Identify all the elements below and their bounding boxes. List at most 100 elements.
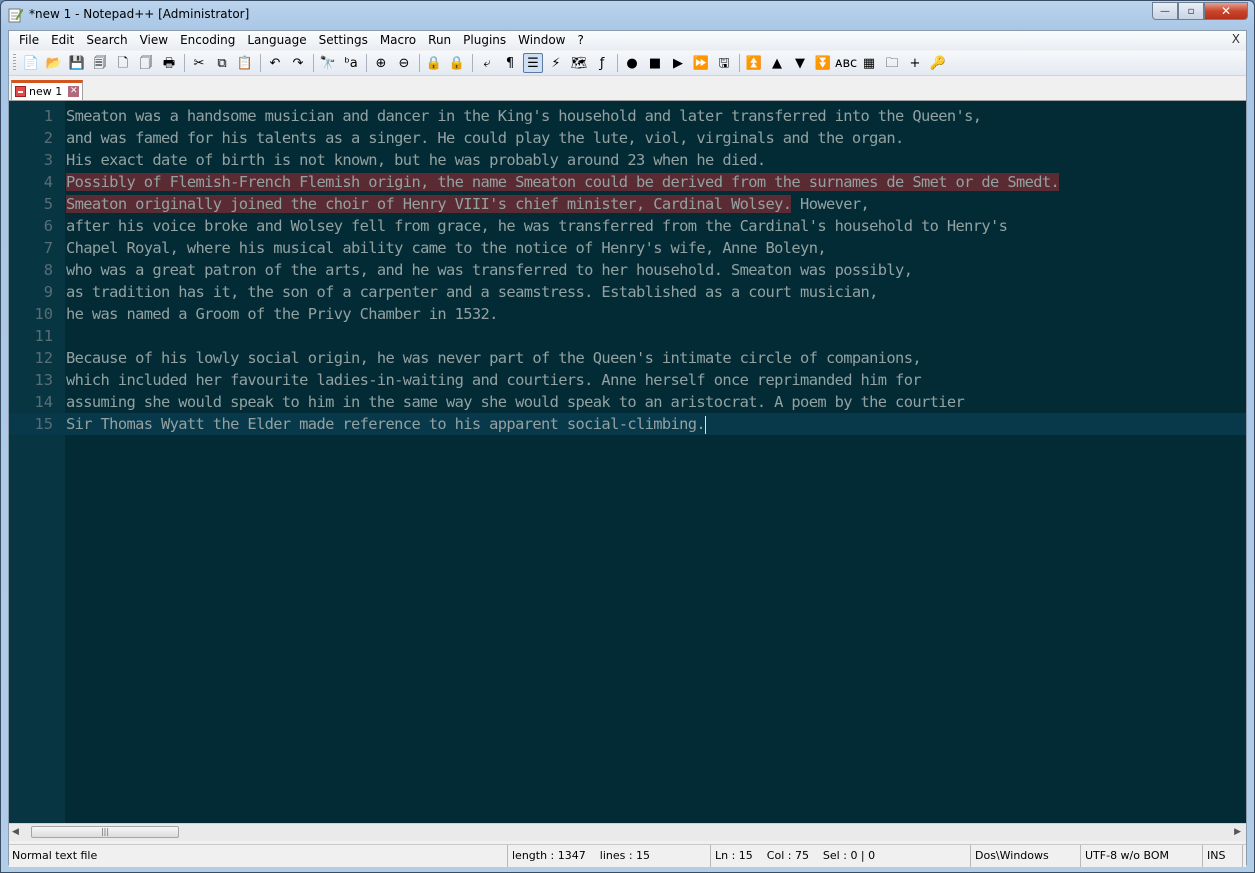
menu-run[interactable]: Run xyxy=(422,31,457,50)
playback-macro-button[interactable]: ▶ xyxy=(668,53,688,73)
editor-line[interactable]: 5 Smeaton originally joined the choir of … xyxy=(9,193,1246,215)
menu-view[interactable]: View xyxy=(134,31,174,50)
menu-help[interactable]: ? xyxy=(571,31,589,50)
menu-plugins[interactable]: Plugins xyxy=(457,31,512,50)
open-file-button[interactable]: 📂 xyxy=(44,53,64,73)
tab-new-1[interactable]: new 1 ✕ xyxy=(11,80,83,100)
add-button[interactable]: + xyxy=(905,53,925,73)
editor-line[interactable]: 12 Because of his lowly social origin, he… xyxy=(9,347,1246,369)
add-icon: + xyxy=(909,55,921,71)
sync-vertical-button[interactable]: 🔒 xyxy=(424,53,444,73)
line-text: Sir Thomas Wyatt the Elder made referenc… xyxy=(66,413,707,435)
editor-line[interactable]: 13 which included her favourite ladies-in… xyxy=(9,369,1246,391)
run-macro-multiple-icon: ⏩ xyxy=(692,55,710,71)
scroll-right-icon[interactable]: ▶ xyxy=(1234,827,1241,837)
close-window-button[interactable]: ✕ xyxy=(1204,2,1248,20)
plugin-grid-button[interactable]: ▦ xyxy=(859,53,879,73)
text-editor[interactable]: 1 Smeaton was a handsome musician and dan… xyxy=(9,101,1246,823)
line-number: 1 xyxy=(43,107,53,125)
spell-check-button[interactable]: ᴀʙᴄ xyxy=(835,53,857,73)
editor-line[interactable]: 9 as tradition has it, the son of a carpe… xyxy=(9,281,1246,303)
editor-line[interactable]: 7 Chapel Royal, where his musical ability… xyxy=(9,237,1246,259)
print-button[interactable]: 🖶 xyxy=(159,53,179,73)
new-file-button[interactable]: 📄 xyxy=(21,53,41,73)
sync-vertical-icon: 🔒 xyxy=(425,55,443,71)
line-number: 7 xyxy=(43,239,53,257)
indent-guide-button[interactable]: ☰ xyxy=(523,53,543,73)
minimize-button[interactable]: — xyxy=(1152,2,1178,20)
redo-button[interactable]: ↷ xyxy=(288,53,308,73)
run-macro-multiple-button[interactable]: ⏩ xyxy=(691,53,711,73)
key-icon: 🔑 xyxy=(929,55,947,71)
folder-button[interactable]: 🗀 xyxy=(882,53,902,73)
first-button[interactable]: ⏫ xyxy=(744,53,764,73)
key-button[interactable]: 🔑 xyxy=(928,53,948,73)
tab-close-icon[interactable]: ✕ xyxy=(68,86,80,97)
title-bar[interactable]: *new 1 - Notepad++ [Administrator] — ▫ ✕ xyxy=(1,1,1254,29)
function-list-button[interactable]: ƒ xyxy=(592,53,612,73)
toolbar-grip[interactable] xyxy=(13,54,16,72)
show-all-chars-button[interactable]: ¶ xyxy=(500,53,520,73)
zoom-in-icon: ⊕ xyxy=(375,55,387,71)
save-all-button[interactable]: 🗐 xyxy=(90,53,110,73)
stop-record-button[interactable]: ■ xyxy=(645,53,665,73)
down-icon: ▼ xyxy=(795,55,805,71)
user-defined-language-button[interactable]: ⚡ xyxy=(546,53,566,73)
close-button[interactable]: 🗋 xyxy=(113,53,133,73)
menu-macro[interactable]: Macro xyxy=(374,31,422,50)
print-icon: 🖶 xyxy=(162,55,176,71)
line-number: 9 xyxy=(43,283,53,301)
plain-text: and was famed for his talents as a singe… xyxy=(66,129,904,147)
menu-edit[interactable]: Edit xyxy=(45,31,80,50)
editor-line[interactable]: 2 and was famed for his talents as a sing… xyxy=(9,127,1246,149)
editor-line[interactable]: 11 xyxy=(9,325,1246,347)
sync-horizontal-button[interactable]: 🔒 xyxy=(447,53,467,73)
zoom-in-button[interactable]: ⊕ xyxy=(371,53,391,73)
save-macro-button[interactable]: 🖫 xyxy=(714,53,734,73)
menu-settings[interactable]: Settings xyxy=(313,31,374,50)
menu-window[interactable]: Window xyxy=(512,31,571,50)
down-button[interactable]: ▼ xyxy=(790,53,810,73)
cut-button[interactable]: ✂ xyxy=(189,53,209,73)
up-button[interactable]: ▲ xyxy=(767,53,787,73)
line-number: 14 xyxy=(34,393,53,411)
save-icon: 💾 xyxy=(68,55,86,71)
maximize-button[interactable]: ▫ xyxy=(1178,2,1204,20)
editor-line[interactable]: 15 Sir Thomas Wyatt the Elder made refere… xyxy=(9,413,1246,435)
menu-file[interactable]: File xyxy=(13,31,45,50)
copy-button[interactable]: ⧉ xyxy=(212,53,232,73)
undo-button[interactable]: ↶ xyxy=(265,53,285,73)
editor-line[interactable]: 10 he was named a Groom of the Privy Cham… xyxy=(9,303,1246,325)
last-button[interactable]: ⏬ xyxy=(813,53,833,73)
editor-line[interactable]: 3 His exact date of birth is not known, b… xyxy=(9,149,1246,171)
line-text: Smeaton originally joined the choir of H… xyxy=(66,193,870,215)
editor-line[interactable]: 4 Possibly of Flemish-French Flemish orig… xyxy=(9,171,1246,193)
status-insert-mode[interactable]: INS xyxy=(1203,845,1243,867)
editor-line[interactable]: 6 after his voice broke and Wolsey fell f… xyxy=(9,215,1246,237)
line-text: assuming she would speak to him in the s… xyxy=(66,391,965,413)
scrollbar-thumb[interactable]: ||| xyxy=(31,826,179,838)
find-button[interactable]: 🔭 xyxy=(318,53,338,73)
close-document-button[interactable]: X xyxy=(1232,32,1240,46)
editor-line[interactable]: 14 assuming she would speak to him in the… xyxy=(9,391,1246,413)
record-macro-button[interactable]: ● xyxy=(622,53,642,73)
status-encoding[interactable]: UTF-8 w/o BOM xyxy=(1081,845,1203,867)
document-map-button[interactable]: 🗺 xyxy=(569,53,589,73)
save-button[interactable]: 💾 xyxy=(67,53,87,73)
copy-icon: ⧉ xyxy=(217,55,227,71)
text-caret xyxy=(705,415,707,434)
menu-search[interactable]: Search xyxy=(80,31,133,50)
replace-button[interactable]: ᵇa xyxy=(341,53,361,73)
status-eol[interactable]: Dos\Windows xyxy=(971,845,1081,867)
scroll-left-icon[interactable]: ◀ xyxy=(12,827,19,837)
horizontal-scrollbar[interactable]: ◀ ||| ▶ xyxy=(9,823,1246,841)
editor-line[interactable]: 8 who was a great patron of the arts, and… xyxy=(9,259,1246,281)
menu-language[interactable]: Language xyxy=(241,31,312,50)
close-all-button[interactable]: 🗍 xyxy=(136,53,156,73)
menu-encoding[interactable]: Encoding xyxy=(174,31,241,50)
zoom-out-button[interactable]: ⊖ xyxy=(394,53,414,73)
editor-line[interactable]: 1 Smeaton was a handsome musician and dan… xyxy=(9,105,1246,127)
paste-button[interactable]: 📋 xyxy=(235,53,255,73)
close-icon: ✕ xyxy=(1220,4,1232,18)
word-wrap-button[interactable]: ⤶ xyxy=(477,53,497,73)
